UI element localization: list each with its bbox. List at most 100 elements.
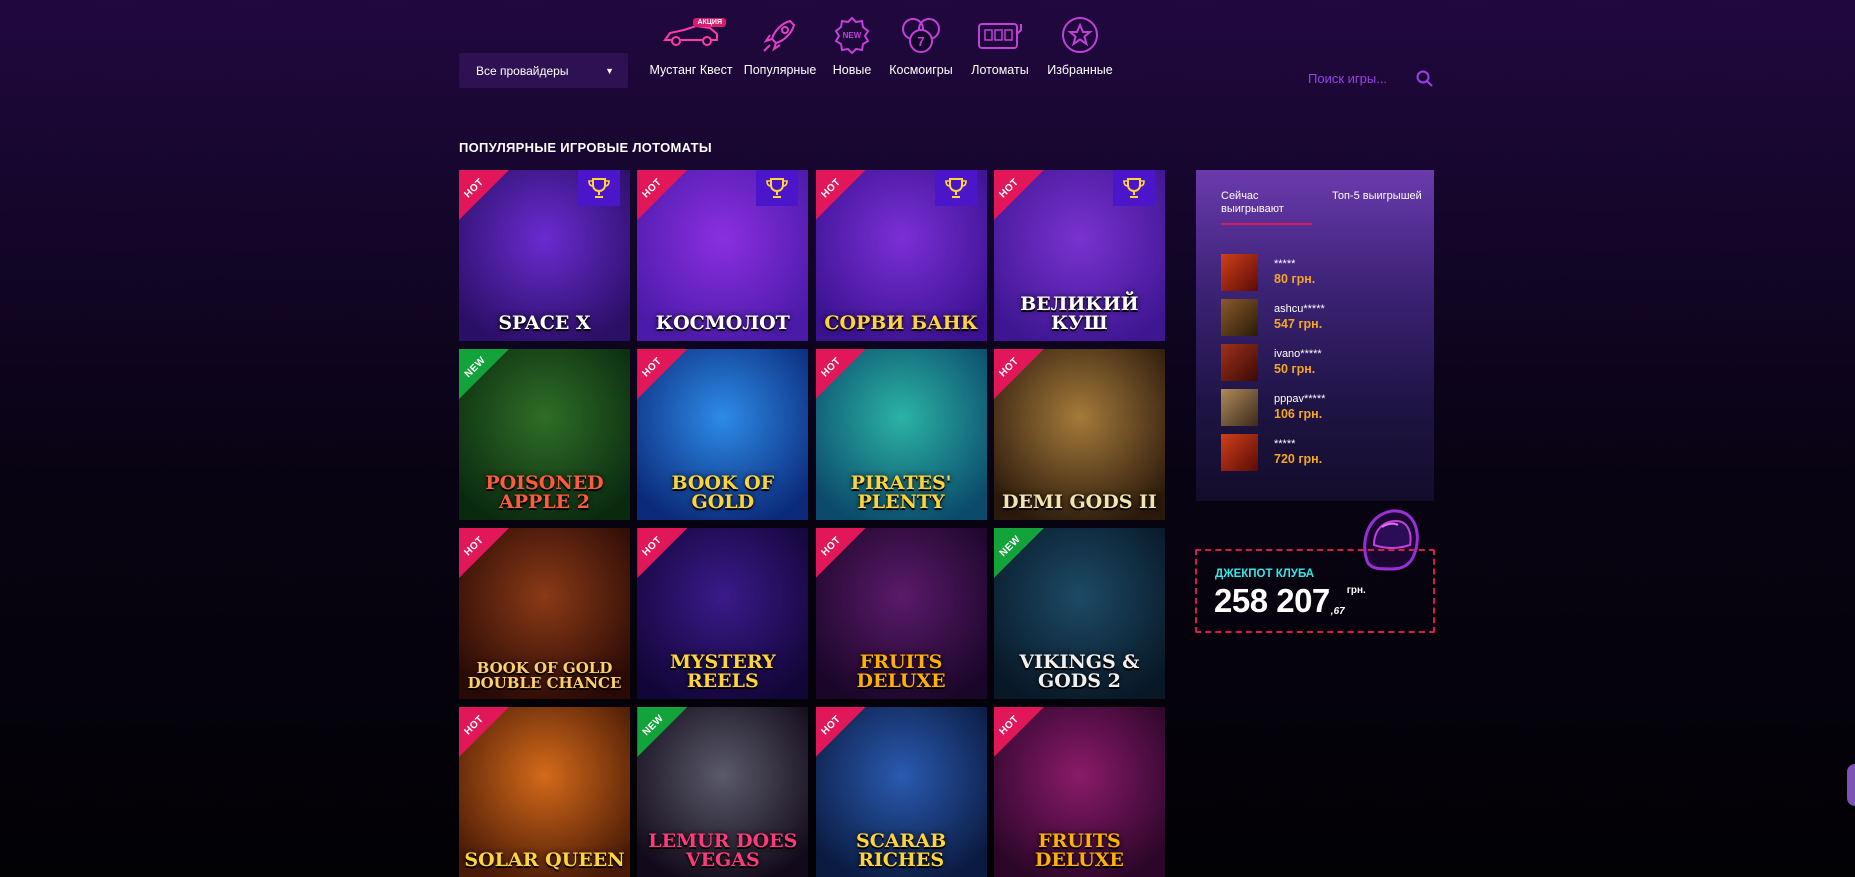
game-title: Pirates' Plenty [850, 472, 952, 513]
winner-username: ***** [1274, 438, 1296, 450]
game-thumbnail [1221, 389, 1258, 426]
winner-row[interactable]: ashcu***** 547 грн. [1221, 295, 1434, 340]
winner-row[interactable]: pppav***** 106 грн. [1221, 385, 1434, 430]
trophy-icon [756, 170, 799, 206]
search-icon[interactable] [1416, 70, 1433, 87]
game-tile[interactable]: HOT Fruits Deluxe [993, 707, 1165, 877]
jackpot-amount: 258 207 ,67 грн. [1214, 582, 1366, 620]
provider-select-label: Все провайдеры [476, 63, 569, 78]
winner-info: ivano***** 50 грн. [1274, 348, 1322, 377]
jackpot-cents: ,67 [1330, 606, 1345, 617]
game-tile[interactable]: HOT Demi Gods II [993, 349, 1165, 520]
game-title: Poisoned Apple 2 [485, 472, 604, 513]
winners-list: ***** 80 грн. ashcu***** 547 грн. ivano*****… [1196, 250, 1434, 475]
nav-item-new[interactable]: NEW Новые [833, 12, 871, 82]
nav-label: Мустанг Квест [649, 63, 733, 77]
game-tile[interactable]: HOT Book of Gold [637, 349, 809, 520]
game-tile[interactable]: NEW Poisoned Apple 2 [459, 349, 630, 520]
nav-item-popular[interactable]: Популярные [743, 12, 817, 82]
winner-info: ***** 720 грн. [1274, 438, 1322, 467]
game-tile[interactable]: NEW Vikings & Gods 2 [993, 528, 1165, 699]
category-nav: АКЦИЯ Мустанг Квест Популярные NEW Новые [649, 12, 1131, 82]
game-title: Demi Gods II [1001, 491, 1157, 513]
tab-winning-now[interactable]: Сейчас выигрывают [1221, 190, 1312, 225]
nav-item-slots[interactable]: Лотоматы [971, 12, 1029, 82]
rocket-icon [763, 19, 796, 52]
promo-badge: АКЦИЯ [693, 18, 726, 27]
nav-label: Новые [832, 63, 872, 77]
game-title: Fruits Deluxe [1034, 830, 1124, 871]
jackpot-currency: грн. [1346, 585, 1366, 596]
winner-username: ivano***** [1274, 348, 1322, 360]
winner-row[interactable]: ***** 80 грн. [1221, 250, 1434, 295]
winner-info: ashcu***** 547 грн. [1274, 303, 1325, 332]
star-icon [1062, 17, 1098, 53]
side-panel-handle[interactable] [1847, 764, 1855, 806]
game-tile[interactable]: HOT Space X [459, 170, 630, 341]
game-title: Lemur Does Vegas [648, 830, 798, 871]
game-title: Space X [498, 312, 591, 334]
game-thumbnail [1221, 254, 1258, 291]
nav-label: Космоигры [889, 63, 953, 77]
nav-item-cosmo-games[interactable]: 7 Космоигры [889, 12, 953, 82]
game-title: Solar Queen [464, 849, 625, 871]
winner-amount: 720 грн. [1274, 452, 1323, 466]
winner-username: pppav***** [1274, 393, 1326, 405]
game-title: Космолот [655, 312, 790, 334]
nav-label: Популярные [743, 63, 817, 77]
game-tile[interactable]: HOT Book of Gold Double Chance [459, 528, 630, 699]
game-title: Mystery Reels [669, 651, 776, 692]
game-tile[interactable]: NEW Lemur Does Vegas [637, 707, 809, 877]
game-thumbnail [1221, 344, 1258, 381]
game-title: Book of Gold Double Chance [467, 659, 622, 692]
winner-amount: 80 грн. [1274, 272, 1316, 286]
svg-text:7: 7 [917, 34, 924, 49]
trophy-icon [934, 170, 977, 206]
game-tile[interactable]: HOT Космолот [637, 170, 809, 341]
game-title: Сорви Банк [824, 312, 978, 334]
search-input[interactable] [1308, 71, 1404, 86]
trophy-icon [1112, 170, 1155, 206]
winners-panel: Сейчас выигрывают Топ-5 выигрышей ***** 8… [1196, 170, 1434, 501]
winner-username: ***** [1274, 258, 1296, 270]
game-title: Book of Gold [671, 472, 775, 513]
game-title: Великий Куш [1020, 293, 1139, 334]
game-thumbnail [1221, 299, 1258, 336]
game-tile[interactable]: HOT Сорви Банк [815, 170, 987, 341]
club-jackpot: ДЖЕКПОТ КЛУБА 258 207 ,67 грн. [1195, 549, 1435, 633]
caret-down-icon: ▼ [605, 65, 614, 76]
trophy-icon [578, 170, 620, 206]
jackpot-value: 258 207 [1214, 582, 1330, 619]
game-thumbnail [1221, 434, 1258, 471]
new-badge-icon: NEW [834, 16, 870, 54]
winner-info: pppav***** 106 грн. [1274, 393, 1325, 422]
games-grid: HOT Space X HOT Космолот HOT Сорви Банк HOT Вел… [459, 170, 1166, 877]
nav-item-favorites[interactable]: Избранные [1047, 12, 1113, 82]
winner-username: ashcu***** [1274, 303, 1325, 315]
winner-row[interactable]: ***** 720 грн. [1221, 430, 1434, 475]
game-title: Vikings & Gods 2 [1019, 651, 1140, 692]
section-title: ПОПУЛЯРНЫЕ ИГРОВЫЕ ЛОТОМАТЫ [459, 140, 712, 155]
svg-text:NEW: NEW [843, 31, 862, 40]
game-tile[interactable]: HOT Fruits Deluxe [815, 528, 987, 699]
provider-select[interactable]: Все провайдеры ▼ [459, 53, 628, 88]
game-tile[interactable]: HOT Mystery Reels [637, 528, 809, 699]
game-tile[interactable]: HOT Solar Queen [459, 707, 630, 877]
winner-info: ***** 80 грн. [1274, 258, 1315, 287]
winner-row[interactable]: ivano***** 50 грн. [1221, 340, 1434, 385]
tab-top-5-wins[interactable]: Топ-5 выигрышей [1332, 190, 1422, 225]
game-title: Fruits Deluxe [856, 651, 946, 692]
search-bar [1308, 70, 1433, 87]
winner-amount: 50 грн. [1274, 362, 1316, 376]
winner-amount: 106 грн. [1274, 407, 1323, 421]
game-tile[interactable]: HOT Pirates' Plenty [815, 349, 987, 520]
nav-item-mustang-quest[interactable]: АКЦИЯ Мустанг Квест [649, 12, 733, 82]
jackpot-label: ДЖЕКПОТ КЛУБА [1215, 568, 1315, 580]
winner-amount: 547 грн. [1274, 317, 1323, 331]
slot-machine-icon [978, 23, 1022, 49]
game-tile[interactable]: HOT Scarab Riches [815, 707, 987, 877]
game-tile[interactable]: HOT Великий Куш [993, 170, 1165, 341]
game-title: Scarab Riches [856, 830, 947, 871]
nav-label: Избранные [1047, 63, 1113, 77]
lucky-sevens-icon: 7 [902, 18, 940, 53]
